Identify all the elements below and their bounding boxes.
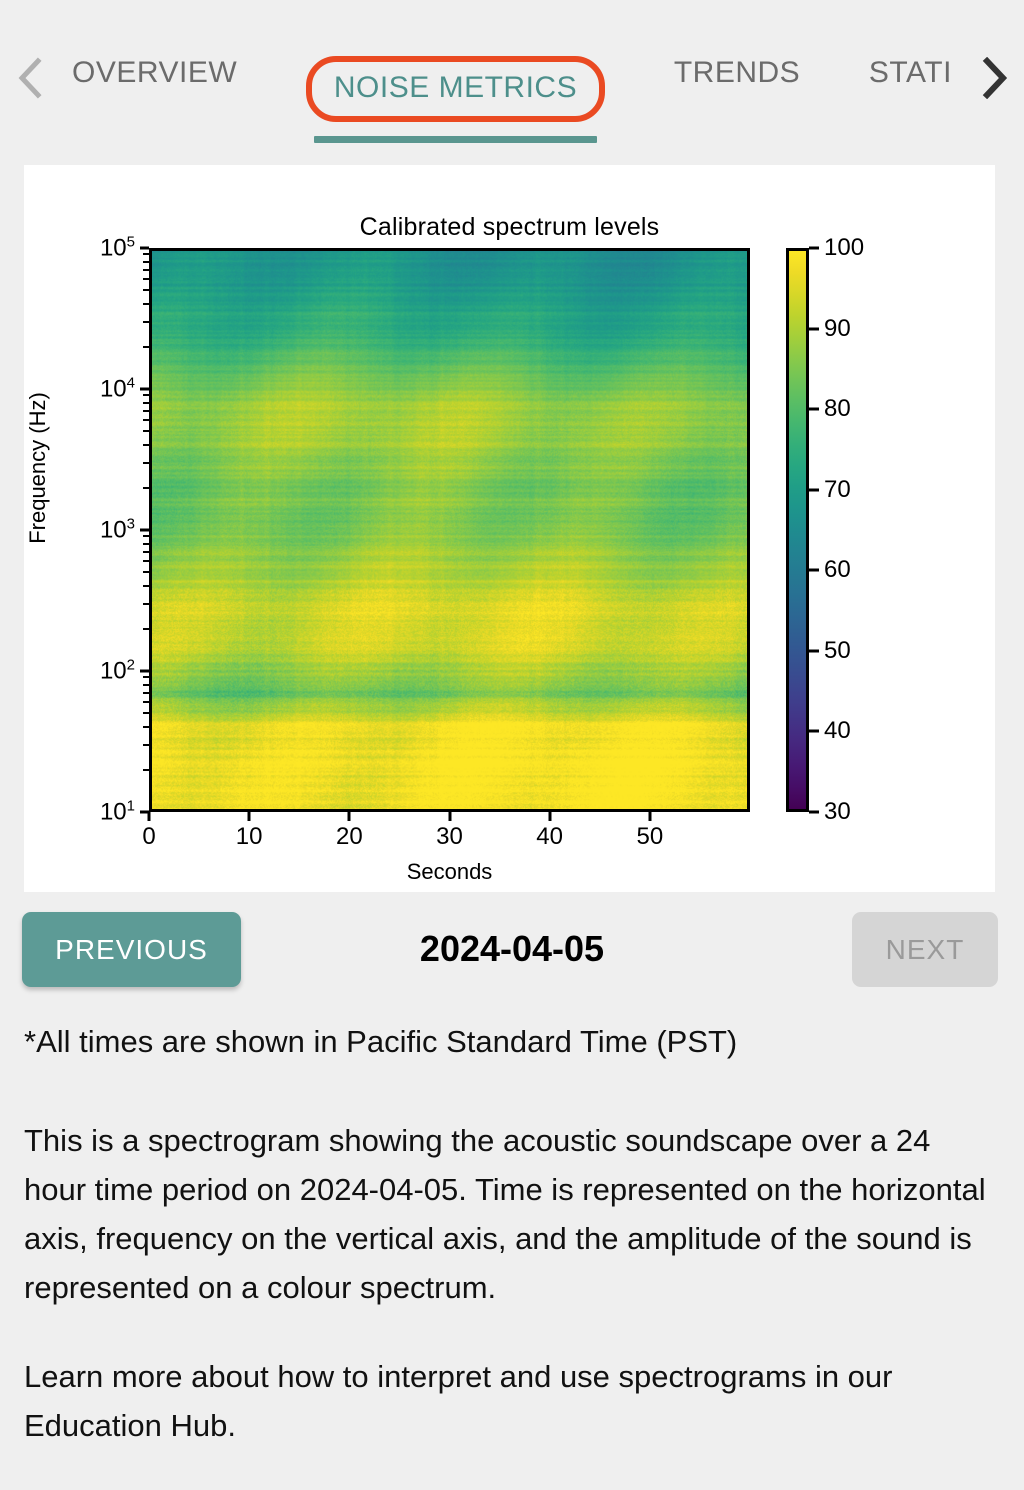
y-axis-minor-tick (143, 627, 149, 630)
description-paragraph-1: This is a spectrogram showing the acoust… (24, 1123, 986, 1305)
x-axis-tick-label: 20 (335, 823, 363, 850)
y-axis-ticks: 101 102 103 104 105 (24, 165, 149, 892)
y-axis-tick-mark (140, 669, 149, 673)
tab-statistics-label: STATI (868, 56, 952, 89)
x-axis-tick-mark (448, 812, 451, 821)
colorbar-tick-mark (809, 327, 819, 331)
tab-statistics[interactable]: STATI (863, 40, 958, 90)
y-axis-minor-tick (143, 550, 149, 553)
colorbar-tick-label: 90 (824, 314, 851, 342)
spectrogram-figure: Calibrated spectrum levels Frequency (Hz… (24, 165, 995, 892)
y-axis-minor-tick (143, 486, 149, 489)
spectrogram-plot-area (149, 248, 750, 812)
y-axis-minor-tick (143, 560, 149, 563)
y-axis-minor-tick (143, 345, 149, 348)
colorbar-tick-label: 50 (824, 636, 851, 664)
x-axis-tick-label: 50 (636, 823, 664, 850)
y-axis-minor-tick (143, 726, 149, 729)
y-axis-tick-label: 103 (99, 515, 135, 544)
y-axis-minor-tick (143, 683, 149, 686)
colorbar-tick-mark (809, 246, 819, 250)
y-axis-tick-label: 104 (99, 374, 135, 403)
tab-trends-label: TRENDS (673, 56, 801, 89)
y-axis-minor-tick (143, 394, 149, 397)
y-axis-minor-tick (143, 253, 149, 256)
y-axis-minor-tick (143, 401, 149, 404)
tab-noise-metrics[interactable]: NOISE METRICS (300, 40, 611, 143)
x-axis-tick-label: 0 (142, 823, 156, 850)
colorbar-tick-mark (809, 407, 819, 411)
y-axis-tick-label: 105 (99, 233, 135, 262)
tab-bar: OVERVIEW NOISE METRICS TRENDS STATI (0, 0, 1024, 150)
x-axis-tick-mark (347, 812, 351, 821)
y-axis-minor-tick (143, 571, 149, 574)
y-axis-minor-tick (143, 430, 149, 433)
y-axis-minor-tick (143, 602, 149, 605)
y-axis-minor-tick (143, 768, 149, 771)
chevron-left-icon[interactable] (0, 48, 60, 108)
y-axis-minor-tick (143, 743, 149, 746)
y-axis-minor-tick (143, 585, 149, 588)
tab-active-underline (313, 136, 598, 143)
y-axis-minor-tick (143, 535, 149, 538)
y-axis-minor-tick (143, 409, 149, 412)
colorbar-tick-label: 40 (824, 717, 851, 745)
spectrogram-card: Calibrated spectrum levels Frequency (Hz… (24, 165, 995, 892)
tab-trends[interactable]: TRENDS (668, 40, 806, 90)
colorbar-tick-mark (809, 810, 819, 814)
tab-overview-label: OVERVIEW (72, 56, 238, 89)
x-axis-tick-label: 40 (536, 823, 564, 850)
colorbar-tick-mark (809, 729, 819, 733)
x-axis-tick-mark (648, 812, 652, 821)
y-axis-minor-tick (143, 461, 149, 464)
colorbar (786, 248, 809, 812)
y-axis-tick-mark (140, 528, 149, 532)
colorbar-tick-mark (809, 649, 819, 653)
spectrogram-image (152, 251, 747, 809)
x-axis-label: Seconds (406, 859, 493, 884)
chevron-right-icon[interactable] (964, 48, 1024, 108)
y-axis-minor-tick (143, 278, 149, 281)
x-axis-tick-label: 30 (436, 823, 463, 850)
x-axis-tick-mark (548, 812, 552, 821)
colorbar-tick-label: 80 (824, 395, 851, 423)
y-axis-minor-tick (143, 320, 149, 323)
y-axis-tick-mark (140, 246, 149, 250)
colorbar-gradient (789, 251, 806, 809)
x-axis-tick-mark (147, 812, 151, 821)
tab-noise-metrics-label: NOISE METRICS (305, 56, 606, 122)
y-axis-minor-tick (143, 444, 149, 447)
colorbar-tick-label: 60 (824, 556, 851, 584)
date-navigation: PREVIOUS 2024-04-05 NEXT (0, 912, 1024, 990)
colorbar-tick-label: 70 (824, 475, 851, 503)
description-paragraph-2: Learn more about how to interpret and us… (24, 1359, 893, 1443)
y-axis-minor-tick (143, 676, 149, 679)
y-axis-minor-tick (143, 691, 149, 694)
y-axis-minor-tick (143, 260, 149, 263)
y-axis-minor-tick (143, 289, 149, 292)
y-axis-minor-tick (143, 542, 149, 545)
y-axis-minor-tick (143, 268, 149, 271)
colorbar-tick-mark (809, 568, 819, 572)
y-axis-tick-label: 101 (99, 797, 135, 826)
y-axis-minor-tick (143, 712, 149, 715)
y-axis-minor-tick (143, 419, 149, 422)
colorbar-tick-label: 100 (824, 234, 865, 261)
colorbar-tick-mark (809, 488, 819, 492)
tab-overview[interactable]: OVERVIEW (66, 40, 243, 90)
y-axis-minor-tick (143, 701, 149, 704)
timezone-note: *All times are shown in Pacific Standard… (24, 1024, 738, 1059)
tab-list: OVERVIEW NOISE METRICS TRENDS STATI (60, 40, 964, 143)
description-section: *All times are shown in Pacific Standard… (24, 1024, 999, 1490)
x-axis-tick-label: 10 (235, 823, 263, 850)
x-axis-tick-mark (247, 812, 251, 821)
colorbar-tick-label: 30 (824, 798, 851, 825)
y-axis-tick-mark (140, 387, 149, 391)
next-button: NEXT (852, 912, 998, 987)
y-axis-tick-label: 102 (99, 656, 135, 685)
y-axis-minor-tick (143, 303, 149, 306)
